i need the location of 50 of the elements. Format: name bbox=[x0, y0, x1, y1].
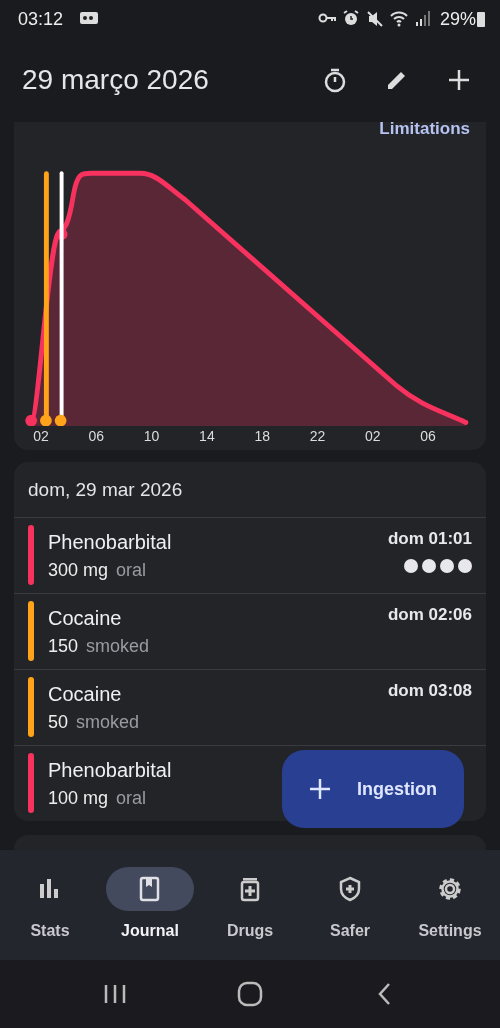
dose-dot bbox=[440, 559, 454, 573]
substance-name: Cocaine bbox=[48, 605, 123, 631]
route-label: smoked bbox=[86, 634, 150, 658]
timer-icon[interactable] bbox=[322, 67, 348, 93]
dose-dot bbox=[422, 559, 436, 573]
nav-tab[interactable]: Journal bbox=[100, 866, 200, 960]
ingestion-time: dom 02:06 bbox=[387, 603, 472, 626]
route-label: oral bbox=[116, 786, 147, 810]
battery-icon bbox=[476, 10, 486, 28]
add-icon[interactable] bbox=[446, 67, 472, 93]
home-icon[interactable] bbox=[237, 981, 263, 1007]
battery-percent: 29% bbox=[439, 7, 476, 31]
axis-label: 22 bbox=[308, 427, 327, 447]
limitations-link[interactable]: Limitations bbox=[379, 122, 486, 136]
axis-label: 06 bbox=[419, 427, 437, 447]
axis-label: 10 bbox=[142, 427, 161, 447]
dose-amount: 150 bbox=[48, 634, 79, 658]
substance-name: Phenobarbital bbox=[48, 529, 173, 555]
signal-icon bbox=[413, 10, 432, 28]
dose-dot bbox=[404, 559, 418, 573]
dose-amount: 50 bbox=[48, 710, 69, 734]
axis-label: 18 bbox=[253, 427, 271, 447]
wifi-icon bbox=[389, 10, 408, 28]
nav-tab[interactable]: Stats bbox=[0, 866, 100, 960]
mute-icon bbox=[365, 10, 384, 28]
dose-amount: 300 mg bbox=[48, 558, 109, 582]
voicemail-icon bbox=[79, 11, 100, 27]
nav-tab[interactable]: Drugs bbox=[200, 866, 300, 960]
route-label: oral bbox=[116, 558, 147, 582]
dose-dot bbox=[458, 559, 472, 573]
axis-label: 02 bbox=[32, 427, 50, 447]
ingestion-time: dom 03:08 bbox=[387, 679, 472, 702]
nav-tab[interactable]: Settings bbox=[400, 866, 500, 960]
substance-name: Cocaine bbox=[48, 681, 123, 707]
page-title: 29 março 2026 bbox=[22, 63, 210, 97]
dose-amount: 100 mg bbox=[48, 786, 109, 810]
date-header: dom, 29 mar 2026 bbox=[27, 478, 184, 502]
settings-icon bbox=[437, 876, 463, 902]
axis-label: 02 bbox=[364, 427, 382, 447]
axis-label: 06 bbox=[87, 427, 106, 447]
route-label: smoked bbox=[76, 710, 140, 734]
alarm-icon bbox=[341, 10, 360, 28]
axis-label: 14 bbox=[198, 427, 216, 447]
nav-tab[interactable]: Safer bbox=[300, 866, 400, 960]
status-time: 03:12 bbox=[18, 7, 64, 31]
shield-icon bbox=[337, 876, 363, 902]
ingestion-time: dom 01:01 bbox=[387, 527, 472, 550]
add-ingestion-button[interactable]: Ingestion bbox=[282, 750, 464, 828]
substance-name: Phenobarbital bbox=[48, 757, 173, 783]
plus-icon bbox=[309, 778, 331, 800]
